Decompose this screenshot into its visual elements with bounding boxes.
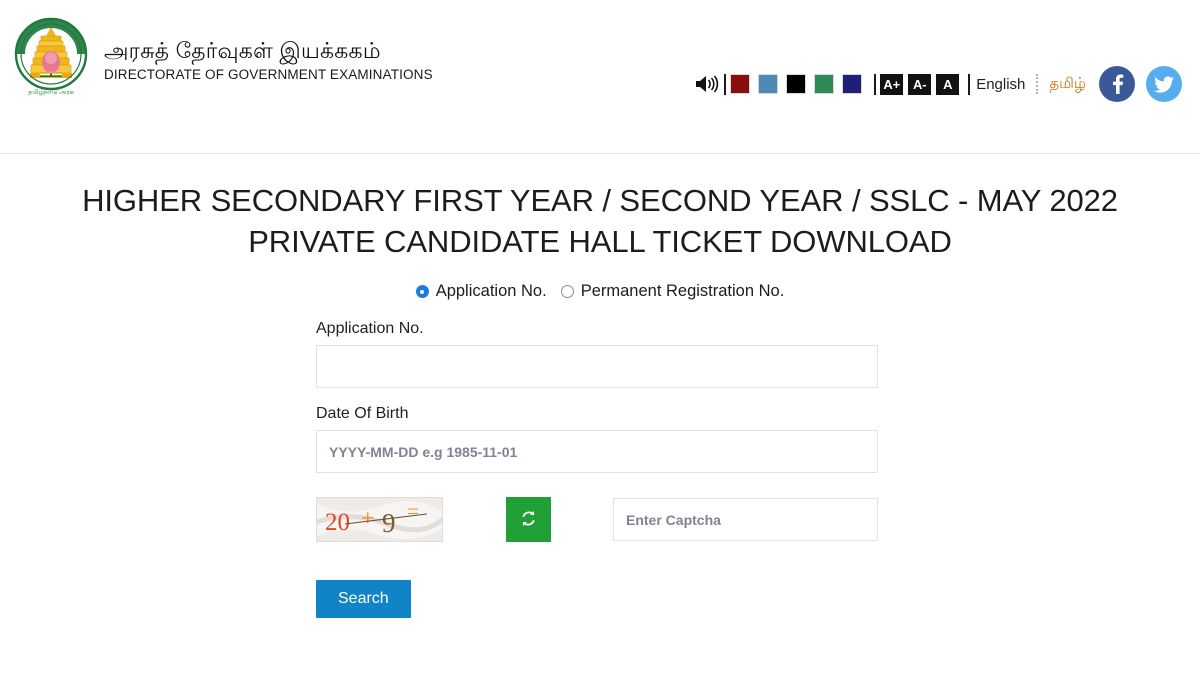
language-link-tamil[interactable]: தமிழ் (1047, 75, 1088, 94)
org-name-english: DIRECTORATE OF GOVERNMENT EXAMINATIONS (104, 67, 433, 83)
tamil-nadu-government-emblem-icon: தமிழ்நாடு அரசு (12, 14, 90, 106)
toolbar-divider-3 (968, 73, 971, 95)
radio-label-application-no: Application No. (435, 282, 547, 301)
font-reset-button[interactable]: A (936, 73, 960, 95)
theme-swatch-sea-green[interactable] (814, 74, 835, 94)
theme-swatch-black[interactable] (786, 74, 807, 94)
captcha-row: 20 + 9 = (316, 497, 1200, 543)
font-increase-button[interactable]: A+ (880, 73, 904, 95)
date-of-birth-input[interactable] (316, 430, 878, 474)
search-button[interactable]: Search (316, 580, 411, 619)
language-link-english[interactable]: English (974, 76, 1027, 93)
brand-text: அரசுத் தேர்வுகள் இயக்ககம் DIRECTORATE OF… (104, 38, 433, 82)
svg-text:+: + (361, 506, 375, 532)
date-of-birth-label: Date Of Birth (316, 405, 409, 423)
hall-ticket-form: Application No. Permanent Registration N… (0, 282, 1200, 619)
speaker-icon[interactable] (694, 73, 720, 95)
svg-text:=: = (407, 499, 419, 523)
radio-option-application-no[interactable]: Application No. (415, 282, 547, 301)
captcha-input[interactable] (613, 498, 878, 542)
font-decrease-button[interactable]: A- (908, 73, 932, 95)
captcha-refresh-button[interactable] (506, 497, 551, 543)
theme-swatch-steel-blue[interactable] (758, 74, 779, 94)
application-no-input[interactable] (316, 345, 878, 389)
svg-text:20: 20 (325, 509, 350, 536)
application-no-label: Application No. (316, 320, 424, 338)
theme-swatch-dark-red[interactable] (730, 74, 751, 94)
radio-permanent-registration-no[interactable] (560, 285, 574, 299)
toolbar-divider-1 (724, 73, 727, 95)
site-header: தமிழ்நாடு அரசு அரசுத் தேர்வுகள் இயக்ககம்… (0, 0, 1200, 154)
svg-text:தமிழ்நாடு அரசு: தமிழ்நாடு அரசு (28, 89, 75, 96)
field-spacer (316, 388, 878, 405)
page-title: HIGHER SECONDARY FIRST YEAR / SECOND YEA… (82, 183, 1118, 260)
svg-text:9: 9 (382, 508, 396, 538)
search-type-radio-group: Application No. Permanent Registration N… (0, 282, 1200, 301)
theme-swatch-navy[interactable] (842, 74, 863, 94)
facebook-icon[interactable] (1099, 66, 1135, 102)
input-fields: Application No. Date Of Birth (316, 320, 878, 474)
twitter-icon[interactable] (1146, 66, 1182, 102)
org-name-tamil: அரசுத் தேர்வுகள் இயக்ககம் (104, 37, 381, 63)
refresh-icon (518, 508, 539, 532)
accessibility-toolbar: A+ A- A English தமிழ் (694, 66, 1182, 102)
radio-option-permanent-registration-no[interactable]: Permanent Registration No. (560, 282, 785, 301)
radio-label-permanent-registration-no: Permanent Registration No. (580, 282, 785, 301)
radio-application-no[interactable] (415, 285, 429, 299)
toolbar-divider-2 (874, 73, 877, 95)
brand-block: தமிழ்நாடு அரசு அரசுத் தேர்வுகள் இயக்ககம்… (12, 14, 433, 106)
language-divider (1036, 74, 1039, 94)
main-content: HIGHER SECONDARY FIRST YEAR / SECOND YEA… (0, 180, 1200, 619)
captcha-image: 20 + 9 = (316, 497, 443, 543)
